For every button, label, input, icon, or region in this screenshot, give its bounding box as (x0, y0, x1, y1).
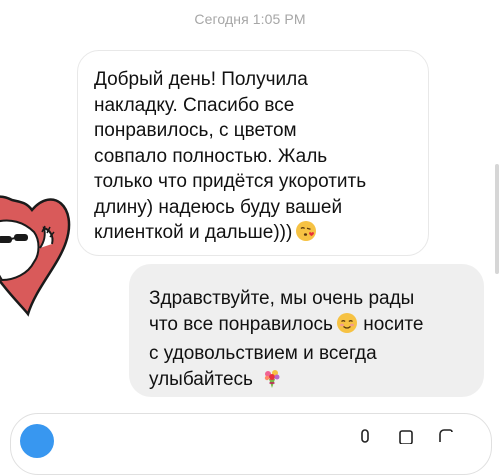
smiling-face-icon (336, 312, 358, 342)
incoming-message-line: длину) надеюсь буду вашей (94, 196, 343, 218)
scrollbar-thumb[interactable] (495, 164, 499, 274)
kissing-face-blowing-kiss-icon (295, 220, 317, 250)
outgoing-message-line: улыбайтесь (149, 367, 470, 397)
message-composer[interactable] (10, 413, 492, 475)
outgoing-message-line: Здравствуйте, мы очень рады (149, 288, 415, 309)
incoming-message-bubble[interactable]: Добрый день! Получила накладку. Спасибо … (77, 50, 429, 256)
incoming-message-line-text: клиенткой и дальше))) (94, 222, 293, 243)
sticker-icon[interactable] (438, 428, 454, 444)
gallery-icon[interactable] (398, 428, 414, 444)
message-timestamp: Сегодня 1:05 PM (194, 11, 306, 27)
outgoing-message-line: с удовольствием и всегда (149, 343, 377, 364)
incoming-message-line: совпало полностью. Жаль (94, 145, 328, 167)
camera-button[interactable] (20, 424, 54, 458)
outgoing-message-bubble[interactable]: Здравствуйте, мы очень рады что все понр… (129, 264, 484, 397)
incoming-message-line: только что придётся укоротить (94, 171, 367, 192)
incoming-message-line: понравилось, с цветом (94, 120, 297, 141)
outgoing-message-text: носите (363, 313, 424, 335)
outgoing-message-text: что все понравилось (149, 313, 333, 335)
incoming-message-line: Добрый день! Получила (94, 69, 308, 90)
incoming-message-line: клиенткой и дальше))) (94, 220, 414, 250)
heart-character-sticker-icon (0, 195, 71, 317)
outgoing-message-text: улыбайтесь (149, 368, 253, 390)
microphone-icon[interactable] (357, 428, 373, 444)
outgoing-message-line: что все понравилось носите (149, 312, 470, 342)
bouquet-icon (261, 367, 283, 397)
incoming-message-line: накладку. Спасибо все (94, 94, 295, 116)
